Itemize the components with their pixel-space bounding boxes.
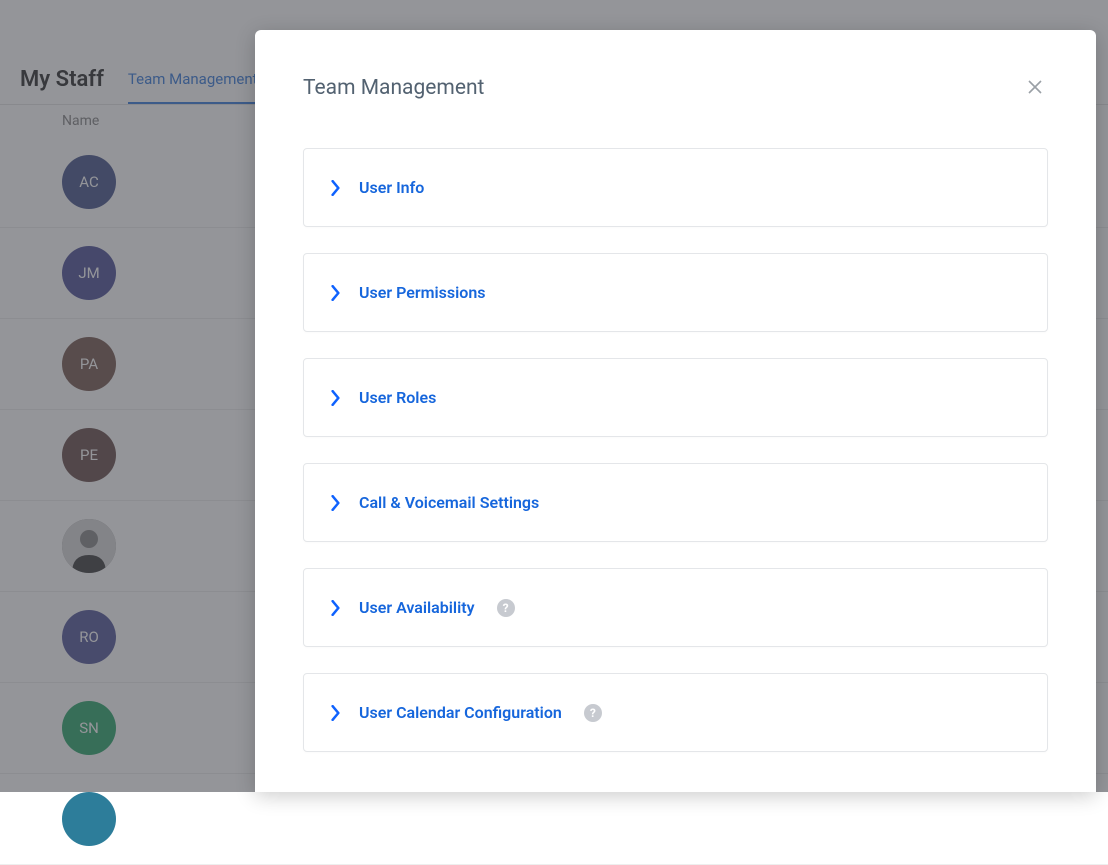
help-icon[interactable]: ?: [497, 599, 515, 617]
chevron-right-icon: [330, 705, 341, 721]
help-icon[interactable]: ?: [584, 704, 602, 722]
modal-header: Team Management: [303, 76, 1048, 100]
chevron-right-icon: [330, 180, 341, 196]
sections-list: User Info User Permissions User Roles Call …: [303, 148, 1048, 752]
section-item[interactable]: User Calendar Configuration?: [303, 673, 1048, 752]
avatar: [62, 792, 116, 846]
section-item[interactable]: Call & Voicemail Settings: [303, 463, 1048, 542]
section-label: User Info: [359, 178, 424, 197]
modal-title: Team Management: [303, 76, 484, 100]
close-icon: [1026, 78, 1044, 96]
chevron-right-icon: [330, 390, 341, 406]
section-item[interactable]: User Availability?: [303, 568, 1048, 647]
section-label: User Calendar Configuration: [359, 703, 562, 722]
section-item[interactable]: User Permissions: [303, 253, 1048, 332]
chevron-right-icon: [330, 285, 341, 301]
chevron-right-icon: [330, 495, 341, 511]
section-label: Call & Voicemail Settings: [359, 493, 539, 512]
chevron-right-icon: [330, 600, 341, 616]
section-label: User Availability: [359, 598, 475, 617]
section-item[interactable]: User Roles: [303, 358, 1048, 437]
close-button[interactable]: [1022, 74, 1048, 100]
section-label: User Roles: [359, 388, 436, 407]
section-item[interactable]: User Info: [303, 148, 1048, 227]
section-label: User Permissions: [359, 283, 486, 302]
team-management-modal: Team Management User Info User Permission…: [255, 30, 1096, 792]
